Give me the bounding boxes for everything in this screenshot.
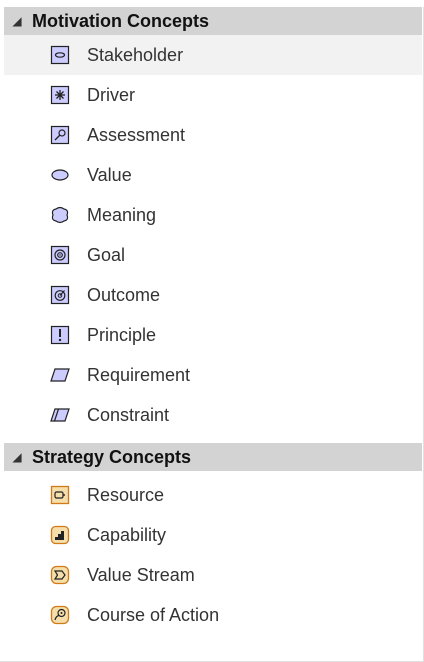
- strategy-list: Resource Capability Value Stream Course …: [0, 475, 423, 635]
- value-icon: [50, 165, 70, 185]
- item-driver[interactable]: Driver: [4, 75, 422, 115]
- collapse-triangle-icon[interactable]: ◢: [6, 450, 28, 464]
- item-goal[interactable]: Goal: [4, 235, 422, 275]
- requirement-icon: [50, 365, 70, 385]
- toolbox-panel: ◢ Motivation Concepts Stakeholder Driver…: [0, 7, 424, 662]
- item-label: Constraint: [87, 404, 170, 425]
- item-label: Assessment: [87, 124, 186, 145]
- item-label: Course of Action: [87, 604, 220, 625]
- constraint-icon: [50, 405, 70, 425]
- goal-icon: [50, 245, 70, 265]
- section-header-motivation[interactable]: ◢ Motivation Concepts: [4, 7, 422, 35]
- item-course-of-action[interactable]: Course of Action: [4, 595, 422, 635]
- section-header-strategy[interactable]: ◢ Strategy Concepts: [4, 443, 422, 471]
- section-title: Strategy Concepts: [32, 446, 192, 467]
- driver-icon: [50, 85, 70, 105]
- item-label: Driver: [87, 84, 135, 105]
- section-title: Motivation Concepts: [32, 10, 210, 31]
- item-label: Value Stream: [87, 564, 195, 585]
- item-stakeholder[interactable]: Stakeholder: [4, 35, 422, 75]
- item-label: Stakeholder: [87, 44, 184, 65]
- item-outcome[interactable]: Outcome: [4, 275, 422, 315]
- item-label: Requirement: [87, 364, 191, 385]
- course-of-action-icon: [50, 605, 70, 625]
- item-principle[interactable]: Principle: [4, 315, 422, 355]
- item-resource[interactable]: Resource: [4, 475, 422, 515]
- item-label: Value: [87, 164, 132, 185]
- item-label: Goal: [87, 244, 126, 265]
- meaning-icon: [50, 205, 70, 225]
- capability-icon: [50, 525, 70, 545]
- item-label: Principle: [87, 324, 157, 345]
- stakeholder-icon: [50, 45, 70, 65]
- item-label: Resource: [87, 484, 165, 505]
- item-constraint[interactable]: Constraint: [4, 395, 422, 435]
- resource-icon: [50, 485, 70, 505]
- outcome-icon: [50, 285, 70, 305]
- item-meaning[interactable]: Meaning: [4, 195, 422, 235]
- item-requirement[interactable]: Requirement: [4, 355, 422, 395]
- principle-icon: [50, 325, 70, 345]
- item-value[interactable]: Value: [4, 155, 422, 195]
- item-value-stream[interactable]: Value Stream: [4, 555, 422, 595]
- item-label: Meaning: [87, 204, 157, 225]
- item-label: Outcome: [87, 284, 161, 305]
- item-assessment[interactable]: Assessment: [4, 115, 422, 155]
- item-label: Capability: [87, 524, 167, 545]
- motivation-list: Stakeholder Driver Assessment Value Mean…: [0, 35, 423, 435]
- value-stream-icon: [50, 565, 70, 585]
- collapse-triangle-icon[interactable]: ◢: [6, 14, 28, 28]
- assessment-icon: [50, 125, 70, 145]
- item-capability[interactable]: Capability: [4, 515, 422, 555]
